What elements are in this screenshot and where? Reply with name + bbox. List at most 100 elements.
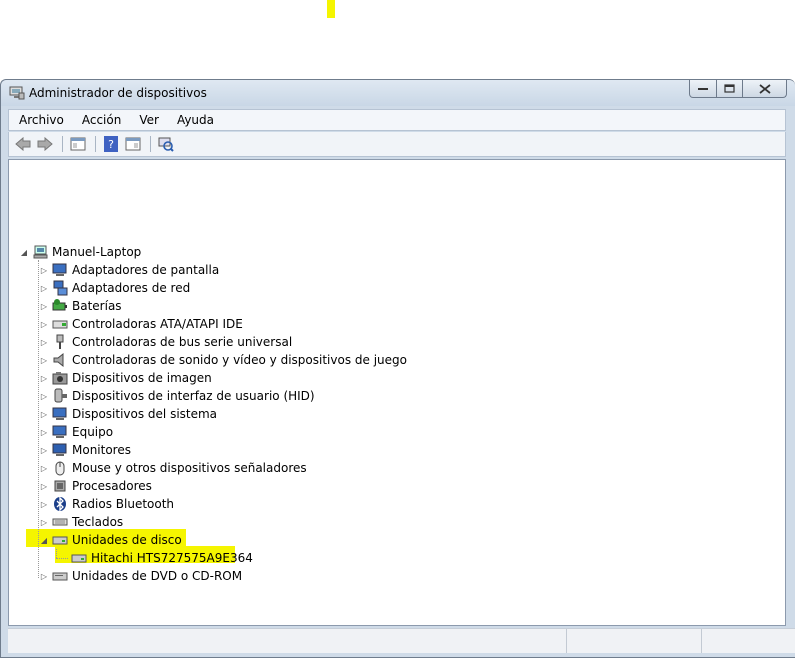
- tree-item-monitors[interactable]: ▷ Monitores: [39, 441, 131, 459]
- expand-arrow-icon[interactable]: ▷: [39, 571, 49, 581]
- expand-arrow-icon[interactable]: ▷: [39, 517, 49, 527]
- close-button[interactable]: [743, 80, 787, 98]
- keyboard-icon: [52, 514, 68, 530]
- tree-item-mouse[interactable]: ▷ Mouse y otros dispositivos señaladores: [39, 459, 307, 477]
- menu-bar: Archivo Acción Ver Ayuda: [8, 109, 786, 131]
- tree-item-imaging-devices[interactable]: ▷ Dispositivos de imagen: [39, 369, 212, 387]
- menu-accion[interactable]: Acción: [72, 113, 129, 127]
- processor-icon: [52, 478, 68, 494]
- category-label: Radios Bluetooth: [72, 497, 175, 511]
- device-tree-panel[interactable]: ◢ Manuel-Laptop ▷ Adaptadores de pantall…: [8, 159, 786, 626]
- yellow-highlight-mark: [327, 0, 335, 18]
- show-hide-console-tree-button[interactable]: [68, 134, 88, 154]
- tree-item-bluetooth[interactable]: ▷ Radios Bluetooth: [39, 495, 174, 513]
- expand-arrow-icon[interactable]: ▷: [39, 265, 49, 275]
- expand-arrow-icon[interactable]: ▷: [39, 391, 49, 401]
- minimize-icon: [698, 87, 708, 90]
- tree-item-computer[interactable]: ▷ Equipo: [39, 423, 113, 441]
- show-action-pane-button[interactable]: [123, 134, 143, 154]
- menu-ayuda[interactable]: Ayuda: [167, 113, 222, 127]
- category-label: Adaptadores de pantalla: [72, 263, 220, 277]
- minimize-button[interactable]: [689, 80, 717, 98]
- tree-item-batteries[interactable]: ▷ Baterías: [39, 297, 122, 315]
- expand-arrow-icon[interactable]: ▷: [39, 373, 49, 383]
- display-adapter-icon: [52, 262, 68, 278]
- category-label: Unidades de disco: [72, 533, 182, 547]
- category-label: Monitores: [72, 443, 131, 457]
- forward-arrow-icon: [37, 137, 53, 151]
- back-arrow-icon: [15, 137, 31, 151]
- help-button[interactable]: ?: [101, 134, 121, 154]
- monitor-icon: [52, 442, 68, 458]
- expand-arrow-icon[interactable]: ▷: [39, 409, 49, 419]
- camera-icon: [52, 370, 68, 386]
- category-label: Adaptadores de red: [72, 281, 191, 295]
- scan-hardware-button[interactable]: [156, 134, 176, 154]
- tree-root[interactable]: ◢ Manuel-Laptop: [19, 243, 141, 261]
- scan-hardware-icon: [158, 137, 174, 152]
- category-label: Dispositivos de interfaz de usuario (HID…: [72, 389, 315, 403]
- expand-arrow-icon[interactable]: ▷: [39, 463, 49, 473]
- tree-guide-line: [56, 549, 57, 558]
- toolbar-separator: [150, 136, 151, 152]
- console-tree-icon: [70, 137, 86, 151]
- device-manager-icon: [9, 86, 25, 100]
- action-pane-icon: [125, 137, 141, 151]
- disk-drive-icon: [71, 550, 87, 566]
- tree-item-network-adapters[interactable]: ▷ Adaptadores de red: [39, 279, 190, 297]
- tree-item-disk-drives[interactable]: ◢ Unidades de disco: [39, 531, 182, 549]
- title-bar[interactable]: Administrador de dispositivos: [1, 80, 795, 106]
- expand-arrow-icon[interactable]: ▷: [39, 427, 49, 437]
- status-pane-divider: [566, 629, 567, 653]
- tree-item-dvd-drives[interactable]: ▷ Unidades de DVD o CD-ROM: [39, 567, 242, 585]
- forward-button[interactable]: [35, 134, 55, 154]
- speaker-icon: [52, 352, 68, 368]
- category-label: Equipo: [72, 425, 114, 439]
- toolbar-separator: [95, 136, 96, 152]
- computer-icon: [52, 424, 68, 440]
- tree-item-system-devices[interactable]: ▷ Dispositivos del sistema: [39, 405, 217, 423]
- disk-drive-icon: [52, 532, 68, 548]
- category-label: Procesadores: [72, 479, 152, 493]
- expand-arrow-icon[interactable]: ▷: [39, 319, 49, 329]
- back-button[interactable]: [13, 134, 33, 154]
- help-icon: ?: [104, 136, 118, 152]
- system-device-icon: [52, 406, 68, 422]
- category-label: Controladoras ATA/ATAPI IDE: [72, 317, 243, 331]
- device-label: Hitachi HTS727575A9E364: [91, 551, 253, 565]
- tree-item-usb-controllers[interactable]: ▷ Controladoras de bus serie universal: [39, 333, 292, 351]
- maximize-button[interactable]: [717, 80, 743, 98]
- expand-arrow-icon[interactable]: ▷: [39, 499, 49, 509]
- category-label: Teclados: [72, 515, 124, 529]
- category-label: Dispositivos del sistema: [72, 407, 218, 421]
- svg-text:?: ?: [108, 138, 114, 151]
- device-manager-window: Administrador de dispositivos Archivo Ac…: [0, 79, 795, 658]
- collapse-arrow-icon[interactable]: ◢: [19, 247, 29, 257]
- tree-item-sound-controllers[interactable]: ▷ Controladoras de sonido y vídeo y disp…: [39, 351, 407, 369]
- usb-icon: [52, 334, 68, 350]
- category-label: Controladoras de bus serie universal: [72, 335, 293, 349]
- expand-arrow-icon[interactable]: ▷: [39, 445, 49, 455]
- computer-icon: [32, 244, 48, 260]
- menu-ver[interactable]: Ver: [129, 113, 167, 127]
- expand-arrow-icon[interactable]: ▷: [39, 481, 49, 491]
- network-adapter-icon: [52, 280, 68, 296]
- toolbar-separator: [62, 136, 63, 152]
- tree-guide-line: [56, 558, 68, 559]
- tree-item-hitachi-disk[interactable]: Hitachi HTS727575A9E364: [71, 549, 253, 567]
- status-pane-divider: [701, 629, 702, 653]
- expand-arrow-icon[interactable]: ▷: [39, 337, 49, 347]
- tree-item-processors[interactable]: ▷ Procesadores: [39, 477, 152, 495]
- expand-arrow-icon[interactable]: ▷: [39, 283, 49, 293]
- expand-arrow-icon[interactable]: ▷: [39, 301, 49, 311]
- restore-icon: [723, 83, 735, 93]
- collapse-arrow-icon[interactable]: ◢: [39, 535, 49, 545]
- tree-item-ide-controllers[interactable]: ▷ Controladoras ATA/ATAPI IDE: [39, 315, 243, 333]
- category-label: Dispositivos de imagen: [72, 371, 212, 385]
- tree-item-keyboards[interactable]: ▷ Teclados: [39, 513, 123, 531]
- menu-archivo[interactable]: Archivo: [9, 113, 72, 127]
- category-label: Unidades de DVD o CD-ROM: [72, 569, 243, 583]
- expand-arrow-icon[interactable]: ▷: [39, 355, 49, 365]
- tree-item-hid-devices[interactable]: ▷ Dispositivos de interfaz de usuario (H…: [39, 387, 315, 405]
- tree-item-display-adapters[interactable]: ▷ Adaptadores de pantalla: [39, 261, 219, 279]
